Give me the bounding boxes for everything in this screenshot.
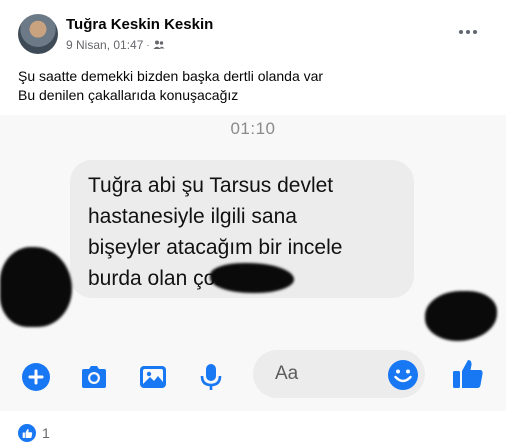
message-line: Tuğra abi şu Tarsus devlet xyxy=(88,174,334,197)
reactions-summary[interactable]: 1 xyxy=(18,424,50,442)
like-reaction-icon xyxy=(18,424,36,442)
post-text: Şu saatte demekki bizden başka dertli ol… xyxy=(18,67,323,105)
plus-circle-icon[interactable] xyxy=(21,362,51,392)
post-text-line: Bu denilen çakallarıda konuşacağız xyxy=(18,87,239,103)
author-name[interactable]: Tuğra Keskin Keskin xyxy=(66,16,213,33)
more-options-icon[interactable] xyxy=(458,22,478,42)
emoji-icon[interactable] xyxy=(387,359,419,391)
people-icon xyxy=(153,40,165,49)
thumbs-up-icon[interactable] xyxy=(451,357,485,391)
image-icon[interactable] xyxy=(138,362,168,392)
camera-icon[interactable] xyxy=(79,362,109,392)
redaction-scribble xyxy=(0,247,72,327)
message-line: bişeyler atacağım bir incele xyxy=(88,236,343,259)
post-photo[interactable]: 01:10 Tuğra abi şu Tarsus devlet hastane… xyxy=(0,115,506,411)
author-avatar[interactable] xyxy=(18,14,58,54)
reaction-count: 1 xyxy=(42,425,50,441)
microphone-icon[interactable] xyxy=(196,362,226,392)
chat-timestamp: 01:10 xyxy=(230,119,276,138)
message-line: hastanesiyle ilgili sana xyxy=(88,205,297,228)
post-timestamp[interactable]: 9 Nisan, 01:47 xyxy=(66,38,143,52)
meta-separator: · xyxy=(146,39,150,51)
redaction-scribble xyxy=(425,291,497,341)
post-text-line: Şu saatte demekki bizden başka dertli ol… xyxy=(18,68,324,84)
message-composer: Aa xyxy=(0,345,506,405)
facebook-post: Tuğra Keskin Keskin 9 Nisan, 01:47 · Şu … xyxy=(0,0,506,447)
post-meta: 9 Nisan, 01:47 · xyxy=(66,38,165,52)
redaction-scribble xyxy=(210,263,294,293)
